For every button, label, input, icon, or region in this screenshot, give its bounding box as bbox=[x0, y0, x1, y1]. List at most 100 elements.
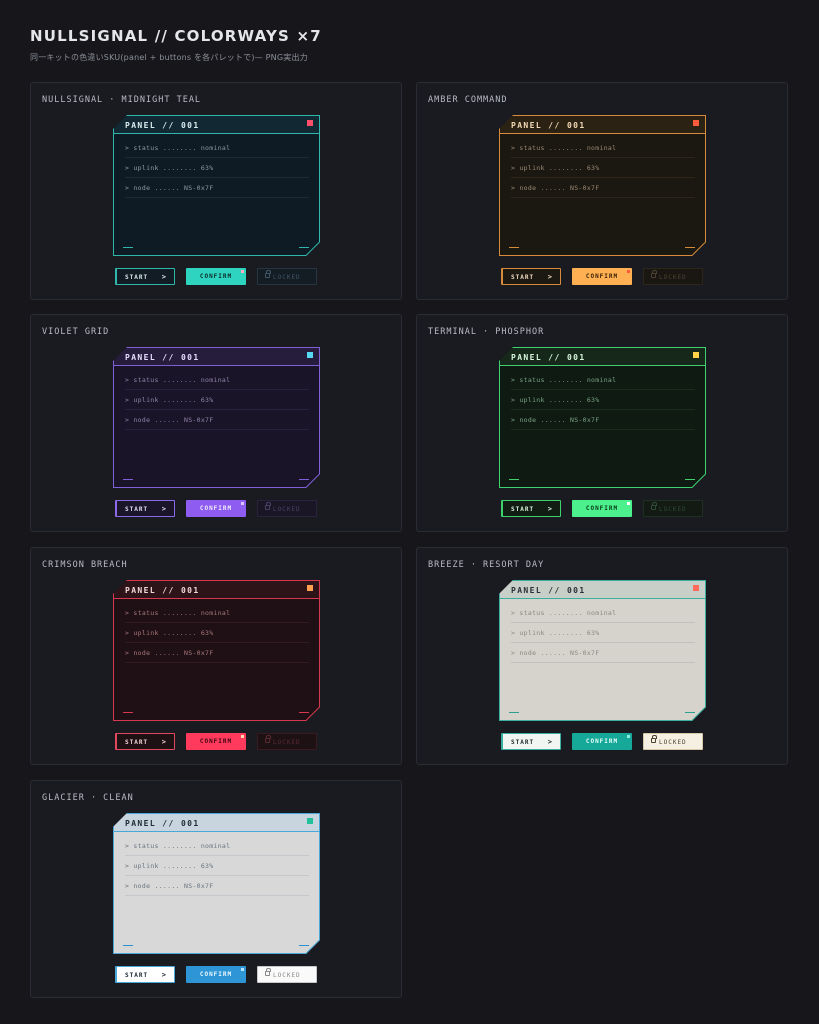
chevron-right-icon: > bbox=[161, 273, 167, 281]
status-led-icon bbox=[307, 585, 313, 591]
panel-line-status: > status ........ nominal bbox=[125, 370, 309, 390]
panel-preview: PANEL // 001 > status ........ nominal >… bbox=[113, 347, 320, 488]
confirm-button[interactable]: CONFIRM bbox=[572, 500, 632, 517]
colorway-card-crimson-breach: CRIMSON BREACH PANEL // 001 > status ...… bbox=[30, 547, 402, 765]
locked-label: LOCKED bbox=[273, 506, 301, 513]
locked-button: LOCKED bbox=[257, 500, 317, 517]
start-label: START bbox=[511, 274, 535, 281]
corner-dash-icon bbox=[299, 945, 309, 946]
chevron-right-icon: > bbox=[161, 505, 167, 513]
colorway-title: CRIMSON BREACH bbox=[42, 560, 128, 570]
panel-preview: PANEL // 001 > status ........ nominal >… bbox=[499, 580, 706, 721]
colorway-title: AMBER COMMAND bbox=[428, 95, 508, 105]
page-subtitle: 同一キットの色違いSKU(panel + buttons を各パレットで)— P… bbox=[30, 53, 308, 62]
panel-line-status: > status ........ nominal bbox=[125, 836, 309, 856]
corner-dot-icon bbox=[627, 270, 630, 273]
corner-dash-icon bbox=[509, 247, 519, 248]
confirm-label: CONFIRM bbox=[199, 273, 233, 280]
colorway-card-terminal-phosphor: TERMINAL · PHOSPHOR PANEL // 001 > statu… bbox=[416, 314, 788, 532]
corner-dash-icon bbox=[685, 247, 695, 248]
confirm-button[interactable]: CONFIRM bbox=[186, 500, 246, 517]
lock-icon bbox=[651, 270, 657, 278]
panel-title: PANEL // 001 bbox=[125, 353, 200, 362]
colorway-card-glacier-clean: GLACIER · CLEAN PANEL // 001 > status ..… bbox=[30, 780, 402, 998]
panel-title: PANEL // 001 bbox=[125, 121, 200, 130]
corner-dash-icon bbox=[299, 247, 309, 248]
locked-button: LOCKED bbox=[643, 500, 703, 517]
corner-dash-icon bbox=[123, 712, 133, 713]
panel-line-node: > node ...... NS-0x7F bbox=[511, 178, 695, 198]
corner-dash-icon bbox=[123, 945, 133, 946]
locked-label: LOCKED bbox=[659, 739, 687, 746]
locked-button: LOCKED bbox=[257, 966, 317, 983]
panel-line-node: > node ...... NS-0x7F bbox=[511, 643, 695, 663]
confirm-label: CONFIRM bbox=[199, 971, 233, 978]
status-led-icon bbox=[307, 352, 313, 358]
colorway-card-midnight-teal: NULLSIGNAL · MIDNIGHT TEAL PANEL // 001 … bbox=[30, 82, 402, 300]
lock-icon bbox=[265, 968, 271, 976]
panel-title: PANEL // 001 bbox=[511, 121, 586, 130]
confirm-button[interactable]: CONFIRM bbox=[572, 268, 632, 285]
corner-dot-icon bbox=[627, 502, 630, 505]
colorway-card-violet-grid: VIOLET GRID PANEL // 001 > status ......… bbox=[30, 314, 402, 532]
panel-title: PANEL // 001 bbox=[511, 353, 586, 362]
confirm-button[interactable]: CONFIRM bbox=[186, 966, 246, 983]
panel-line-node: > node ...... NS-0x7F bbox=[511, 410, 695, 430]
panel-header: PANEL // 001 bbox=[114, 581, 319, 599]
panel-preview: PANEL // 001 > status ........ nominal >… bbox=[113, 580, 320, 721]
start-label: START bbox=[511, 739, 535, 746]
corner-dot-icon bbox=[241, 502, 244, 505]
panel-header: PANEL // 001 bbox=[500, 116, 705, 134]
status-led-icon bbox=[307, 120, 313, 126]
corner-dot-icon bbox=[627, 735, 630, 738]
panel-preview: PANEL // 001 > status ........ nominal >… bbox=[113, 813, 320, 954]
panel-line-status: > status ........ nominal bbox=[125, 603, 309, 623]
lock-icon bbox=[265, 502, 271, 510]
confirm-label: CONFIRM bbox=[585, 273, 619, 280]
locked-label: LOCKED bbox=[273, 739, 301, 746]
panel-header: PANEL // 001 bbox=[500, 348, 705, 366]
start-button[interactable]: START > bbox=[115, 733, 175, 750]
start-button[interactable]: START > bbox=[115, 268, 175, 285]
locked-button: LOCKED bbox=[643, 733, 703, 750]
start-button[interactable]: START > bbox=[501, 500, 561, 517]
corner-dot-icon bbox=[241, 735, 244, 738]
chevron-right-icon: > bbox=[161, 738, 167, 746]
locked-button: LOCKED bbox=[643, 268, 703, 285]
panel-line-uplink: > uplink ........ 63% bbox=[125, 390, 309, 410]
start-label: START bbox=[125, 739, 149, 746]
start-button[interactable]: START > bbox=[115, 966, 175, 983]
panel-header: PANEL // 001 bbox=[114, 814, 319, 832]
panel-line-uplink: > uplink ........ 63% bbox=[511, 390, 695, 410]
locked-label: LOCKED bbox=[659, 274, 687, 281]
colorway-title: BREEZE · RESORT DAY bbox=[428, 560, 545, 570]
panel-line-node: > node ...... NS-0x7F bbox=[125, 643, 309, 663]
start-label: START bbox=[125, 506, 149, 513]
locked-button: LOCKED bbox=[257, 733, 317, 750]
colorway-card-amber-command: AMBER COMMAND PANEL // 001 > status ....… bbox=[416, 82, 788, 300]
corner-dash-icon bbox=[685, 479, 695, 480]
corner-dash-icon bbox=[299, 712, 309, 713]
colorway-title: TERMINAL · PHOSPHOR bbox=[428, 327, 545, 337]
panel-line-uplink: > uplink ........ 63% bbox=[125, 856, 309, 876]
start-button[interactable]: START > bbox=[115, 500, 175, 517]
start-label: START bbox=[511, 506, 535, 513]
confirm-label: CONFIRM bbox=[585, 738, 619, 745]
panel-title: PANEL // 001 bbox=[125, 819, 200, 828]
panel-line-status: > status ........ nominal bbox=[511, 138, 695, 158]
confirm-button[interactable]: CONFIRM bbox=[186, 733, 246, 750]
confirm-button[interactable]: CONFIRM bbox=[572, 733, 632, 750]
panel-line-status: > status ........ nominal bbox=[511, 370, 695, 390]
confirm-label: CONFIRM bbox=[585, 505, 619, 512]
lock-icon bbox=[651, 502, 657, 510]
panel-line-node: > node ...... NS-0x7F bbox=[125, 178, 309, 198]
chevron-right-icon: > bbox=[547, 738, 553, 746]
corner-dash-icon bbox=[123, 479, 133, 480]
locked-label: LOCKED bbox=[273, 972, 301, 979]
corner-dot-icon bbox=[241, 968, 244, 971]
colorway-title: GLACIER · CLEAN bbox=[42, 793, 134, 803]
start-button[interactable]: START > bbox=[501, 733, 561, 750]
start-button[interactable]: START > bbox=[501, 268, 561, 285]
panel-line-status: > status ........ nominal bbox=[511, 603, 695, 623]
confirm-button[interactable]: CONFIRM bbox=[186, 268, 246, 285]
